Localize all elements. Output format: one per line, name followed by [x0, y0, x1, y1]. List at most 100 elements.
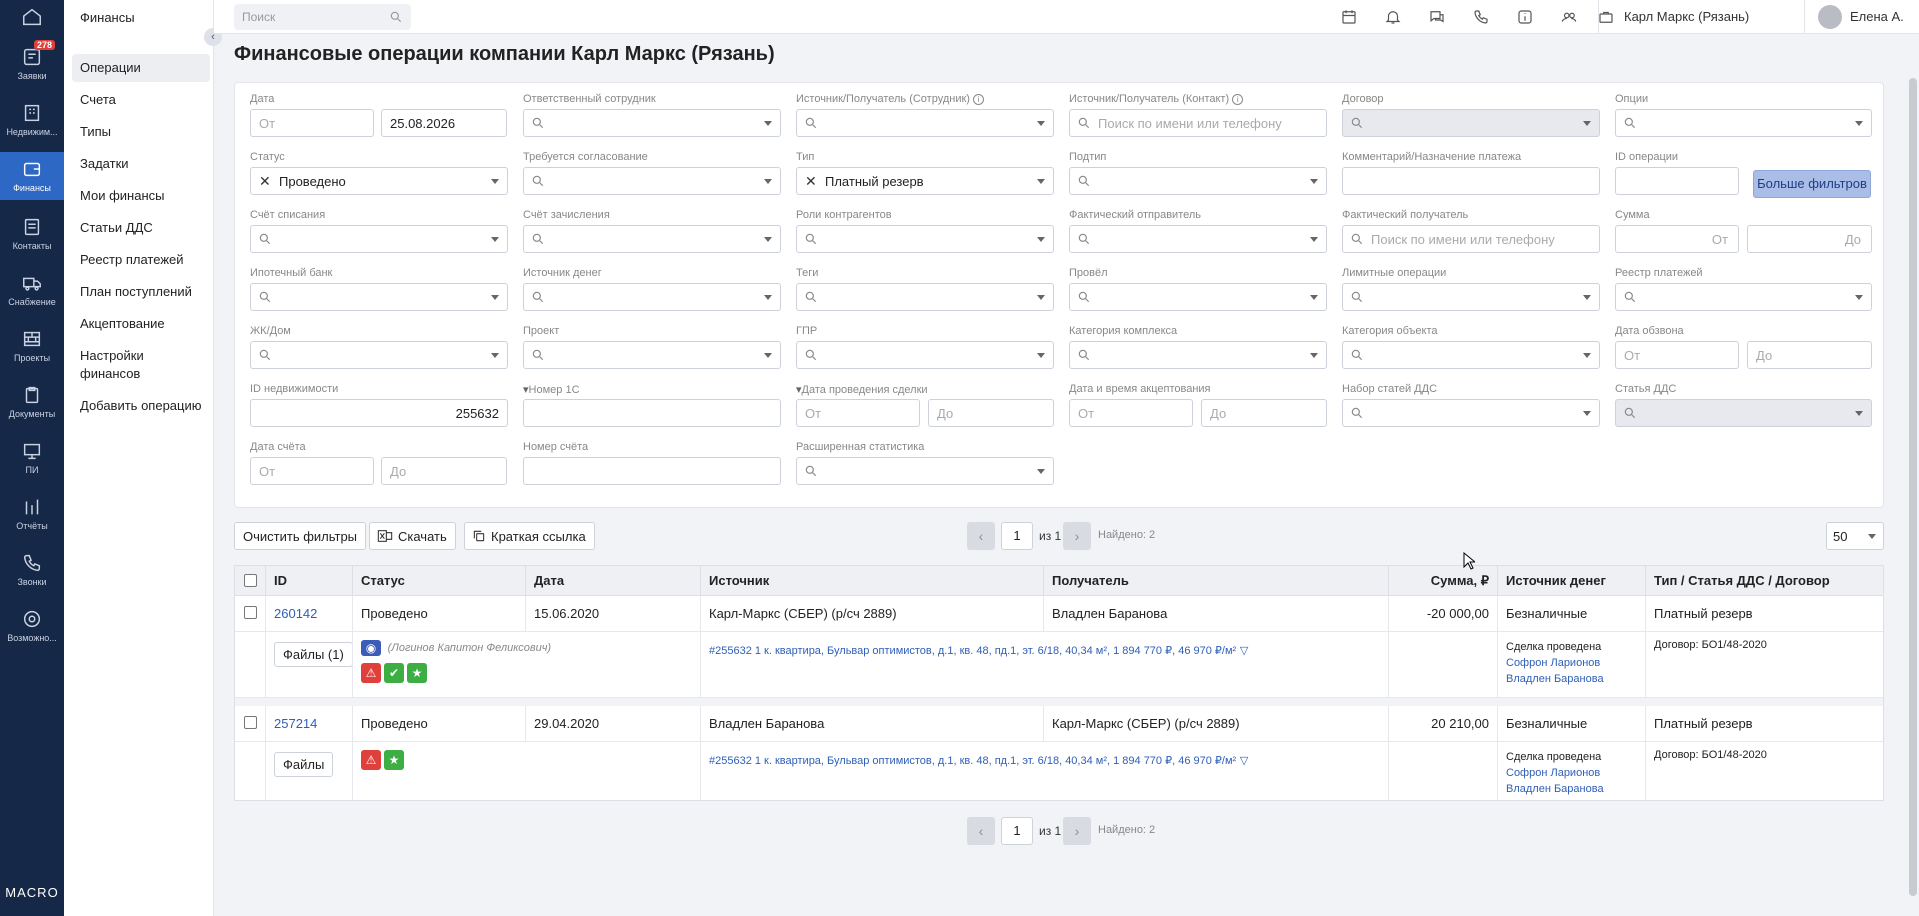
warning-icon[interactable]: ⚠ [361, 750, 381, 770]
deal-date-to-input[interactable]: До [928, 399, 1054, 427]
trophy-icon[interactable]: ★ [407, 663, 427, 683]
search-input[interactable]: Поиск [234, 4, 411, 30]
approval-select[interactable] [523, 167, 781, 195]
page-scrollbar[interactable] [1909, 78, 1917, 896]
sidebar-item-types[interactable]: Типы [72, 118, 210, 146]
money-source-select[interactable] [523, 283, 781, 311]
subtype-select[interactable] [1069, 167, 1327, 195]
rail-item-features[interactable]: Возможно... [0, 604, 64, 648]
ring-date-to-input[interactable]: До [1747, 341, 1872, 369]
sidebar-item-add-operation[interactable]: Добавить операцию [72, 392, 210, 420]
info-icon[interactable] [1516, 8, 1534, 26]
sidebar-item-acceptance[interactable]: Акцептование [72, 310, 210, 338]
date-to-input[interactable]: 25.08.2026 [381, 109, 507, 137]
responsible-select[interactable] [523, 109, 781, 137]
short-link-button[interactable]: Краткая ссылка [464, 522, 595, 550]
person-link[interactable]: Софрон Ларионов [1506, 655, 1637, 671]
sidebar-item-my-finances[interactable]: Мои финансы [72, 182, 210, 210]
rail-item-documents[interactable]: Документы [0, 380, 64, 424]
bell-icon[interactable] [1384, 8, 1402, 26]
user-menu[interactable]: Елена А. [1850, 9, 1904, 24]
object-category-select[interactable] [1342, 341, 1600, 369]
clear-filters-button[interactable]: Очистить фильтры [234, 522, 367, 550]
rail-item-reports[interactable]: Отчёты [0, 492, 64, 536]
header-amount[interactable]: Сумма, ₽ [1389, 566, 1498, 596]
row-checkbox[interactable] [244, 716, 257, 729]
complex-select[interactable] [250, 341, 508, 369]
header-date[interactable]: Дата [526, 566, 701, 596]
credit-account-select[interactable] [523, 225, 781, 253]
rail-item-supply[interactable]: Снабжение [0, 268, 64, 312]
accept-to-input[interactable]: До [1201, 399, 1327, 427]
sidebar-item-dds[interactable]: Статьи ДДС [72, 214, 210, 242]
estate-link[interactable]: #255632 1 к. квартира, Бульвар оптимисто… [709, 645, 1236, 657]
operation-id-link[interactable]: 260142 [266, 596, 353, 632]
header-money-source[interactable]: Источник денег [1498, 566, 1646, 596]
chat-icon[interactable] [1428, 8, 1446, 26]
conducted-by-select[interactable] [1069, 283, 1327, 311]
debit-account-select[interactable] [250, 225, 508, 253]
limit-ops-select[interactable] [1342, 283, 1600, 311]
type-select[interactable]: ✕ Платный резерв [796, 167, 1054, 195]
page-number-input[interactable]: 1 [1001, 817, 1033, 845]
gpr-select[interactable] [796, 341, 1054, 369]
rail-item-calls[interactable]: Звонки [0, 548, 64, 592]
rail-item-projects[interactable]: Проекты [0, 324, 64, 368]
warning-icon[interactable]: ⚠ [361, 663, 381, 683]
files-button[interactable]: Файлы [274, 752, 334, 777]
sidebar-item-payments-registry[interactable]: Реестр платежей [72, 246, 210, 274]
source-contact-input[interactable]: Поиск по имени или телефону [1069, 109, 1327, 137]
page-number-input[interactable]: 1 [1001, 522, 1033, 550]
estate-id-input[interactable]: 255632 [250, 399, 508, 427]
phone-call-icon[interactable] [1472, 8, 1490, 26]
sidebar-item-settings[interactable]: Настройки финансов [72, 342, 210, 388]
amount-to-input[interactable]: До [1747, 225, 1872, 253]
actual-sender-select[interactable] [1069, 225, 1327, 253]
rail-item-realty[interactable]: Недвижим... [0, 98, 64, 142]
ring-date-from-input[interactable]: От [1615, 341, 1739, 369]
sidebar-item-deposits[interactable]: Задатки [72, 150, 210, 178]
date-from-input[interactable]: От [250, 109, 374, 137]
select-all-checkbox[interactable] [244, 574, 257, 587]
row-checkbox[interactable] [244, 606, 257, 619]
header-id[interactable]: ID [266, 566, 353, 596]
payments-registry-select[interactable] [1615, 283, 1872, 311]
estate-link[interactable]: #255632 1 к. квартира, Бульвар оптимисто… [709, 755, 1236, 767]
accept-from-input[interactable]: От [1069, 399, 1193, 427]
status-select[interactable]: ✕ Проведено [250, 167, 508, 195]
calendar-icon[interactable] [1340, 8, 1358, 26]
header-status[interactable]: Статус [353, 566, 526, 596]
clear-icon[interactable]: ✕ [259, 173, 271, 190]
number-1c-input[interactable] [523, 399, 781, 427]
sidebar-item-income-plan[interactable]: План поступлений [72, 278, 210, 306]
files-button[interactable]: Файлы (1) [274, 642, 352, 667]
next-page-button[interactable]: › [1063, 522, 1091, 550]
filter-icon[interactable]: ▽ [1240, 645, 1248, 657]
home-icon[interactable] [0, 6, 64, 34]
options-select[interactable] [1615, 109, 1872, 137]
source-employee-select[interactable] [796, 109, 1054, 137]
next-page-button[interactable]: › [1063, 817, 1091, 845]
mortgage-bank-select[interactable] [250, 283, 508, 311]
header-source[interactable]: Источник [701, 566, 1044, 596]
clear-icon[interactable]: ✕ [805, 173, 817, 190]
ext-stats-select[interactable] [796, 457, 1054, 485]
invoice-date-from-input[interactable]: От [250, 457, 374, 485]
prev-page-button[interactable]: ‹ [967, 817, 995, 845]
tags-select[interactable] [796, 283, 1054, 311]
counterparty-roles-select[interactable] [796, 225, 1054, 253]
header-type[interactable]: Тип / Статья ДДС / Договор [1646, 566, 1883, 596]
per-page-select[interactable]: 50 [1826, 522, 1884, 550]
company-selector[interactable]: Карл Маркс (Рязань) [1624, 9, 1749, 24]
comment-input[interactable] [1342, 167, 1600, 195]
filter-icon[interactable]: ▽ [1240, 755, 1248, 767]
person-link[interactable]: Владлен Баранова [1506, 781, 1637, 797]
deal-date-from-input[interactable]: От [796, 399, 920, 427]
info-icon[interactable]: i [973, 93, 985, 105]
sidebar-item-operations[interactable]: Операции [72, 54, 210, 82]
more-filters-button[interactable]: Больше фильтров [1753, 170, 1871, 198]
project-select[interactable] [523, 341, 781, 369]
person-link[interactable]: Владлен Баранова [1506, 671, 1637, 687]
actual-receiver-input[interactable]: Поиск по имени или телефону [1342, 225, 1600, 253]
operation-id-link[interactable]: 257214 [266, 706, 353, 742]
